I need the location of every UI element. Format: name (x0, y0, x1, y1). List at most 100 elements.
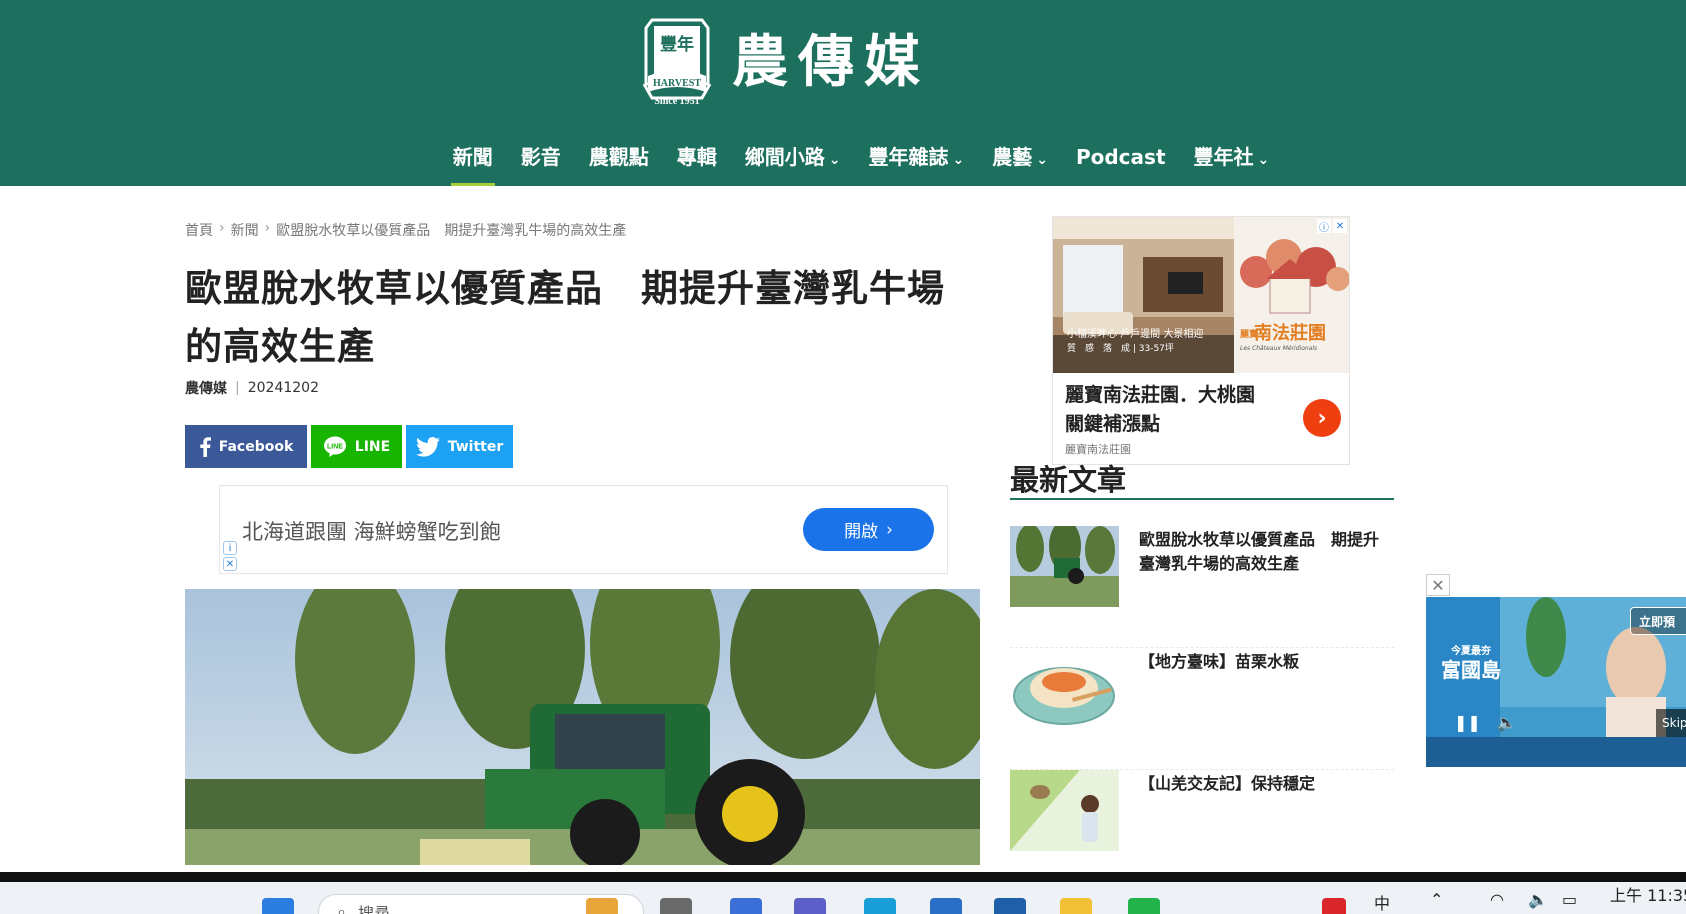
ad-image-living-room: 小檔溪畔心 戶戶邊間 大景相迎 質 感 落 成 | 33-57坪 (1053, 217, 1234, 373)
nav-item-label: 豐年雜誌 (868, 145, 949, 169)
inline-ad-open-button[interactable]: 開啟 › (803, 508, 934, 551)
chevron-down-icon: ⌄ (952, 152, 965, 168)
volume-icon[interactable]: 🔈 (1497, 713, 1517, 732)
search-icon: ⌕ (337, 902, 346, 914)
edge-browser-icon[interactable] (864, 898, 896, 914)
adchoices-info-icon[interactable]: ⓘ (1317, 219, 1331, 234)
ad-estate-name: 南法莊園 (1254, 323, 1326, 344)
tray-chevron-icon[interactable]: ⌃ (1430, 890, 1443, 909)
breadcrumb: 首頁 › 新聞 › 歐盟脫水牧草以優質產品 期提升臺灣乳牛場的高效生產 (185, 220, 626, 240)
float-ad-skip-button[interactable]: Skip (1656, 709, 1686, 737)
latest-articles-list: 歐盟脫水牧草以優質產品 期提升臺灣乳牛場的高效生產 【地方臺味】苗栗水粄 【山羌… (1010, 526, 1394, 892)
float-ad-brand-prefix: 今夏最夯 (1451, 646, 1491, 657)
tray-app-icon[interactable] (1322, 898, 1346, 914)
line-app-icon[interactable] (1128, 898, 1160, 914)
article-title-line2: 的高效生產 (185, 325, 375, 368)
breadcrumb-current: 歐盟脫水牧草以優質產品 期提升臺灣乳牛場的高效生產 (276, 223, 627, 239)
share-facebook-label: Facebook (218, 438, 294, 455)
svg-text:LINE: LINE (327, 443, 343, 450)
copilot-icon[interactable] (730, 898, 762, 914)
ad-estate-tagline: Les Châteaux Méridionals (1240, 345, 1318, 352)
latest-article-item[interactable]: 歐盟脫水牧草以優質產品 期提升臺灣乳牛場的高效生產 (1010, 526, 1394, 648)
adchoices-info-icon[interactable]: i (223, 541, 237, 555)
breadcrumb-separator-icon: › (264, 220, 271, 236)
article-byline: 農傳媒 | 20241202 (185, 378, 319, 398)
floating-video-ad[interactable]: 今夏最夯 富國島 立即預 ❚❚ 🔈 Skip (1426, 597, 1686, 767)
inline-ad-text: 北海道跟團 海鮮螃蟹吃到飽 (242, 520, 501, 544)
latest-article-item[interactable]: 【地方臺味】苗栗水粄 (1010, 648, 1394, 770)
twitter-bird-icon (415, 436, 440, 457)
nav-item-5[interactable]: 豐年雜誌 ⌄ (869, 136, 965, 186)
side-ad-controls: ⓘ ✕ (1317, 219, 1347, 234)
chevron-down-icon: ⌄ (828, 152, 841, 168)
ad-close-icon[interactable]: ✕ (223, 557, 237, 571)
network-icon[interactable]: ◠ (1490, 890, 1504, 909)
breadcrumb-home[interactable]: 首頁 (185, 220, 213, 240)
windows-start-icon[interactable] (262, 898, 294, 914)
chevron-down-icon: ⌄ (1257, 152, 1270, 168)
taskbar-clock[interactable]: 上午 11:35 (1610, 882, 1686, 906)
nav-item-label: 專輯 (676, 145, 717, 169)
article-title-line1: 歐盟脫水牧草以優質產品 期提升臺灣乳牛場 (185, 267, 945, 310)
search-highlight-icon[interactable] (586, 898, 618, 914)
chevron-right-icon[interactable]: › (1303, 399, 1341, 437)
breadcrumb-section[interactable]: 新聞 (231, 220, 259, 240)
nav-item-label: 鄉間小路 (744, 145, 825, 169)
inline-ad-open-label: 開啟 (844, 522, 879, 542)
float-ad-cta-button[interactable]: 立即預 (1630, 607, 1686, 635)
sidebar-ad[interactable]: 小檔溪畔心 戶戶邊間 大景相迎 質 感 落 成 | 33-57坪 麗寶 南法莊園… (1052, 216, 1350, 465)
inline-ad-banner[interactable]: 北海道跟團 海鮮螃蟹吃到飽 開啟 › i ✕ (219, 485, 948, 574)
byline-divider: | (235, 380, 240, 396)
ad-image-overlay-line1: 小檔溪畔心 戶戶邊間 大景相迎 (1067, 329, 1204, 340)
nav-item-6[interactable]: 農藝 ⌄ (992, 136, 1048, 186)
float-ad-close-icon[interactable]: ✕ (1426, 574, 1450, 596)
nav-item-0[interactable]: 新聞 (450, 136, 495, 186)
volume-icon[interactable]: 🔈 (1528, 890, 1548, 909)
taskbar-search-placeholder: 搜尋 (357, 904, 390, 914)
battery-icon[interactable]: ▭ (1562, 890, 1577, 909)
side-ad-source: 麗寶南法莊園 (1065, 443, 1131, 456)
share-buttons: Facebook LINE LINE Twitter (185, 425, 513, 468)
share-twitter-button[interactable]: Twitter (406, 425, 513, 468)
task-view-icon[interactable] (660, 898, 692, 914)
logo-badge-en: HARVEST (653, 78, 701, 89)
ad-image-overlay-line2: 質 感 落 成 | 33-57坪 (1067, 344, 1174, 354)
ad-close-icon[interactable]: ✕ (1333, 219, 1347, 233)
article-date: 20241202 (247, 380, 319, 396)
line-icon: LINE (323, 436, 347, 458)
chevron-down-icon: ⌄ (1036, 152, 1048, 168)
latest-article-title[interactable]: 【地方臺味】苗栗水粄 (1139, 648, 1299, 769)
share-line-label: LINE (354, 438, 391, 455)
nav-item-2[interactable]: 農觀點 (589, 136, 649, 186)
nav-item-label: 新聞 (452, 145, 493, 169)
nav-item-1[interactable]: 影音 (521, 136, 561, 186)
nav-item-label: Podcast (1075, 145, 1166, 169)
logo-wordmark: 農傳媒 (732, 29, 930, 95)
share-facebook-button[interactable]: Facebook (185, 425, 307, 468)
latest-article-title[interactable]: 歐盟脫水牧草以優質產品 期提升臺灣乳牛場的高效生產 (1139, 526, 1394, 647)
logo-since: Since 1951 (654, 96, 700, 107)
article-hero-image (185, 589, 980, 865)
teams-icon[interactable] (794, 898, 826, 914)
article-author[interactable]: 農傳媒 (185, 378, 227, 398)
nav-item-4[interactable]: 鄉間小路 ⌄ (745, 136, 841, 186)
nav-item-8[interactable]: 豐年社 ⌄ (1194, 136, 1270, 186)
latest-articles-heading: 最新文章 (1010, 462, 1394, 500)
site-logo[interactable]: 豐年 HARVEST Since 1951 農傳媒 (638, 14, 930, 110)
side-ad-caption-line2: 關鍵補漲點 (1065, 413, 1161, 435)
store-icon[interactable] (994, 898, 1026, 914)
ime-indicator[interactable]: 中 (1374, 890, 1390, 914)
pause-icon[interactable]: ❚❚ (1454, 713, 1481, 732)
window-bottom-border (0, 872, 1686, 882)
latest-article-thumbnail (1010, 770, 1119, 851)
nav-item-7[interactable]: Podcast (1076, 136, 1166, 186)
chevron-right-icon: › (886, 519, 893, 540)
file-explorer-icon[interactable] (1060, 898, 1092, 914)
nav-item-label: 影音 (520, 145, 561, 169)
side-ad-caption-line1: 麗寶南法莊園．大桃園 (1065, 384, 1256, 406)
nav-item-3[interactable]: 專輯 (677, 136, 717, 186)
share-line-button[interactable]: LINE LINE (311, 425, 402, 468)
share-twitter-label: Twitter (447, 438, 504, 455)
mail-icon[interactable] (930, 898, 962, 914)
latest-article-thumbnail (1010, 526, 1119, 607)
